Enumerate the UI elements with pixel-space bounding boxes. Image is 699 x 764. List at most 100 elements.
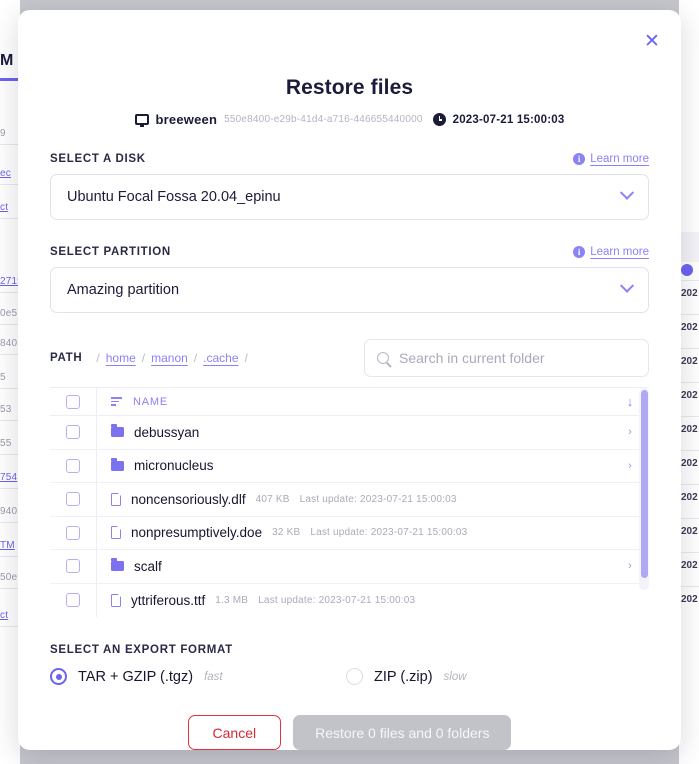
- row-file-name: debussyan: [134, 424, 200, 440]
- export-format-label-text: TAR + GZIP (.tgz): [78, 668, 194, 685]
- row-last-update: Last update: 2023-07-21 15:00:03: [258, 594, 416, 606]
- row-name-cell: noncensoriously.dlf 407 KB Last update: 20…: [96, 483, 617, 516]
- row-checkbox-cell[interactable]: [50, 517, 96, 550]
- background-timestamp-cell: 202: [681, 390, 698, 401]
- table-row[interactable]: nonpresumptively.doe 32 KB Last update: 20…: [50, 516, 649, 550]
- host-summary: breeween 550e8400-e29b-41d4-a716-4466554…: [18, 112, 681, 127]
- export-format-label-text: ZIP (.zip): [374, 668, 433, 685]
- background-cell: 940: [0, 506, 18, 517]
- background-timestamp-cell: 202: [681, 492, 698, 503]
- select-all-cell[interactable]: [50, 388, 96, 415]
- table-row[interactable]: scalf ›: [50, 550, 649, 584]
- restore-button[interactable]: Restore 0 files and 0 folders: [293, 715, 512, 750]
- path-and-search-row: PATH / home / manon / .cache /: [50, 339, 649, 377]
- row-checkbox[interactable]: [66, 458, 80, 473]
- disk-learn-more-link[interactable]: i Learn more: [573, 153, 649, 165]
- breadcrumb-separator: /: [244, 351, 248, 365]
- row-last-update: Last update: 2023-07-21 15:00:03: [299, 493, 457, 505]
- background-cell: 840: [0, 338, 18, 349]
- host-uuid: 550e8400-e29b-41d4-a716-446655440000: [224, 114, 423, 125]
- row-checkbox-cell[interactable]: [50, 550, 96, 583]
- background-cell: TM: [0, 540, 15, 551]
- radio-icon[interactable]: [50, 668, 67, 685]
- monitor-icon: [134, 114, 149, 127]
- row-file-size: 1.3 MB: [215, 594, 249, 606]
- background-cell: 9: [0, 128, 6, 139]
- row-checkbox-cell[interactable]: [50, 584, 96, 618]
- row-checkbox[interactable]: [66, 525, 80, 540]
- table-row[interactable]: debussyan ›: [50, 416, 649, 450]
- row-file-size: 407 KB: [255, 493, 290, 505]
- folder-icon: [111, 424, 124, 438]
- table-row[interactable]: noncensoriously.dlf 407 KB Last update: 20…: [50, 483, 649, 517]
- partition-select[interactable]: Amazing partition: [50, 267, 649, 313]
- file-icon: [111, 593, 122, 607]
- folder-icon: [111, 558, 124, 572]
- chevron-down-icon: [619, 278, 635, 293]
- row-file-name: scalf: [134, 558, 162, 574]
- background-cell: 55: [0, 438, 12, 449]
- row-name-cell: debussyan: [96, 416, 617, 449]
- row-checkbox-cell[interactable]: [50, 450, 96, 483]
- breadcrumb-item[interactable]: .cache: [203, 351, 238, 365]
- row-file-name: micronucleus: [134, 458, 214, 474]
- export-format-option[interactable]: ZIP (.zip) slow: [346, 668, 467, 685]
- disk-section-label: SELECT A DISK: [50, 153, 146, 165]
- background-row-divider: [679, 280, 699, 281]
- background-cell: 50e: [0, 572, 18, 583]
- row-file-name: yttriferous.ttf: [131, 592, 206, 608]
- file-list-scrollbar-thumb[interactable]: [640, 390, 648, 578]
- select-all-checkbox[interactable]: [66, 394, 80, 409]
- background-timestamp-cell: 202: [681, 560, 698, 571]
- partition-learn-more-label: Learn more: [590, 246, 649, 258]
- export-format-option[interactable]: TAR + GZIP (.tgz) fast: [50, 668, 346, 685]
- row-last-update: Last update: 2023-07-21 15:00:03: [310, 527, 468, 539]
- row-checkbox[interactable]: [66, 593, 80, 608]
- row-checkbox-cell[interactable]: [50, 416, 96, 449]
- sort-icon: [111, 397, 123, 406]
- file-table-body: debussyan › micronucleus › noncensoriously.d…: [50, 416, 649, 618]
- disk-select-value: Ubuntu Focal Fossa 20.04_epinu: [67, 189, 281, 205]
- restore-files-modal: ✕ Restore files breeween 550e8400-e29b-4…: [18, 10, 681, 750]
- row-name-cell: yttriferous.ttf 1.3 MB Last update: 2023-0…: [96, 583, 617, 617]
- background-row-divider: [679, 518, 699, 519]
- snapshot-timestamp: 2023-07-21 15:00:03: [452, 113, 565, 126]
- row-checkbox-cell[interactable]: [50, 483, 96, 516]
- name-column-header[interactable]: NAME: [96, 388, 617, 415]
- background-timestamp-cell: 202: [681, 322, 698, 333]
- background-cell: ec: [0, 168, 11, 179]
- partition-section: SELECT PARTITION i Learn more Amazing pa…: [50, 246, 649, 313]
- background-row-divider: [679, 552, 699, 553]
- background-timestamp-cell: 202: [681, 458, 698, 469]
- background-row-divider: [679, 314, 699, 315]
- background-timestamp-cell: 202: [681, 526, 698, 537]
- background-row-divider: [679, 586, 699, 587]
- disk-learn-more-label: Learn more: [590, 153, 649, 165]
- file-icon: [111, 492, 122, 506]
- file-icon: [111, 525, 122, 540]
- background-timestamp-cell: 202: [681, 594, 698, 605]
- row-checkbox[interactable]: [66, 559, 80, 574]
- breadcrumb-item[interactable]: manon: [151, 351, 188, 365]
- search-input[interactable]: [399, 350, 636, 366]
- radio-icon[interactable]: [346, 668, 363, 685]
- breadcrumb-item[interactable]: home: [106, 351, 136, 365]
- background-cell: 5: [0, 372, 6, 383]
- row-name-cell: scalf: [96, 550, 617, 583]
- disk-select[interactable]: Ubuntu Focal Fossa 20.04_epinu: [50, 174, 649, 220]
- row-checkbox[interactable]: [66, 425, 80, 440]
- background-timestamp-cell: 202: [681, 424, 698, 435]
- close-icon[interactable]: ✕: [639, 28, 665, 54]
- export-format-options: TAR + GZIP (.tgz) fast ZIP (.zip) slow: [50, 668, 649, 685]
- search-box[interactable]: [364, 339, 649, 377]
- background-cell: 53: [0, 404, 12, 415]
- file-list-scrollbar[interactable]: [639, 388, 649, 590]
- background-clock-icon: [681, 264, 693, 276]
- partition-section-label: SELECT PARTITION: [50, 246, 171, 258]
- background-table-header-band: [679, 232, 699, 262]
- partition-learn-more-link[interactable]: i Learn more: [573, 246, 649, 258]
- cancel-button[interactable]: Cancel: [187, 715, 282, 750]
- table-row[interactable]: micronucleus ›: [50, 449, 649, 483]
- table-row[interactable]: yttriferous.ttf 1.3 MB Last update: 2023-0…: [50, 583, 649, 618]
- row-checkbox[interactable]: [66, 492, 80, 507]
